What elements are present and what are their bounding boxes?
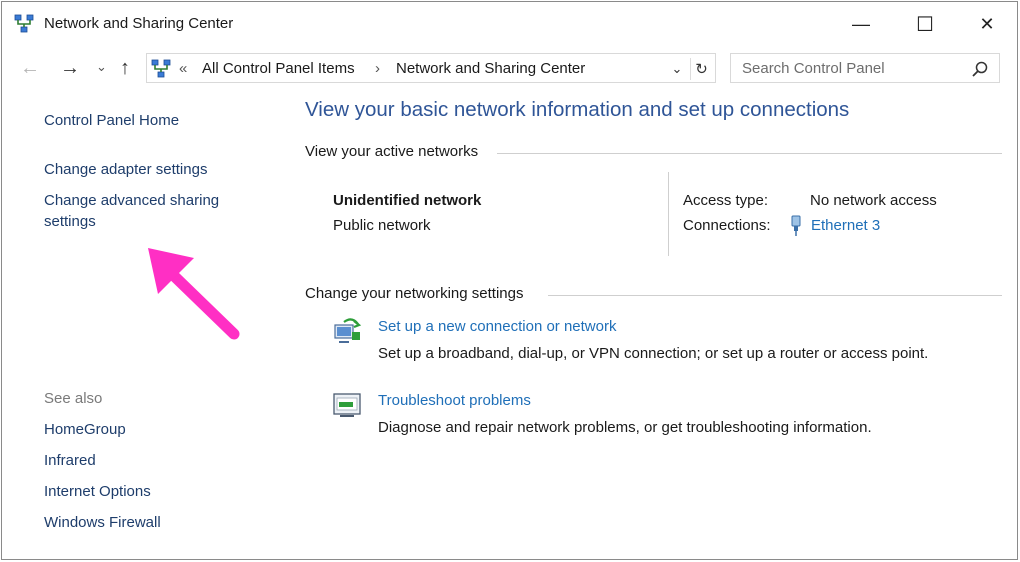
window: Network and Sharing Center — ☐ ✕ ← → ⌄ ↑… [1,1,1018,560]
breadcrumb-network-and-sharing-center[interactable]: Network and Sharing Center [396,60,585,77]
close-button[interactable]: ✕ [964,8,1010,40]
internet-options-link[interactable]: Internet Options [44,483,151,500]
title-bar: Network and Sharing Center — ☐ ✕ [2,2,1017,44]
search-input[interactable]: Search Control Panel [730,53,1000,83]
network-details-divider [668,172,669,256]
address-bar[interactable]: « All Control Panel Items › Network and … [146,53,716,83]
address-dropdown-button[interactable]: ⌄ [667,58,687,80]
see-also-heading: See also [44,390,103,407]
troubleshoot-icon [333,393,361,417]
new-connection-icon [334,318,362,343]
annotation-arrow [148,248,240,340]
access-type-value: No network access [810,192,937,209]
refresh-button[interactable]: ↻ [690,58,712,80]
section-divider [497,153,1002,154]
network-name: Unidentified network [333,192,482,209]
page-title: View your basic network information and … [305,98,850,121]
back-button[interactable]: ← [20,56,40,80]
windows-firewall-link[interactable]: Windows Firewall [44,514,161,531]
troubleshoot-description: Diagnose and repair network problems, or… [378,419,872,436]
breadcrumb-overflow[interactable]: « [179,60,187,77]
breadcrumb-separator[interactable]: › [375,60,380,77]
set-up-connection-link[interactable]: Set up a new connection or network [378,318,616,335]
control-panel-home-link[interactable]: Control Panel Home [44,112,179,129]
recent-locations-button[interactable]: ⌄ [96,55,107,79]
active-networks-heading: View your active networks [305,143,479,160]
navigation-bar: ← → ⌄ ↑ « All Control Panel Items › Netw… [2,46,1017,90]
network-center-icon [151,59,171,78]
set-up-connection-description: Set up a broadband, dial-up, or VPN conn… [378,345,929,362]
network-category: Public network [333,217,431,234]
homegroup-link[interactable]: HomeGroup [44,421,126,438]
troubleshoot-problems-link[interactable]: Troubleshoot problems [378,392,531,409]
forward-button[interactable]: → [60,56,80,80]
access-type-label: Access type: [683,192,769,209]
search-placeholder: Search Control Panel [742,60,885,77]
network-center-icon [14,14,34,33]
change-adapter-settings-link[interactable]: Change adapter settings [44,161,207,178]
breadcrumb-all-control-panel-items[interactable]: All Control Panel Items [202,60,355,77]
section-divider [548,295,1002,296]
change-advanced-sharing-settings-link[interactable]: Change advanced sharing [44,192,219,209]
change-settings-heading: Change your networking settings [305,285,524,302]
up-button[interactable]: ↑ [120,56,130,80]
connections-label: Connections: [683,217,771,234]
ethernet-connection-link[interactable]: Ethernet 3 [811,217,880,234]
minimize-button[interactable]: — [838,8,884,40]
maximize-button[interactable]: ☐ [902,8,948,40]
search-icon[interactable] [971,60,989,78]
window-title: Network and Sharing Center [44,15,234,32]
infrared-link[interactable]: Infrared [44,452,96,469]
ethernet-icon [791,215,801,236]
change-advanced-sharing-settings-link-line2[interactable]: settings [44,213,96,230]
